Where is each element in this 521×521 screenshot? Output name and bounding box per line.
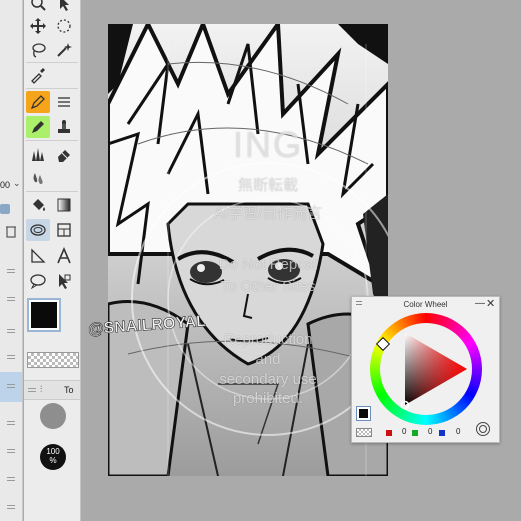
lasso-icon[interactable] xyxy=(26,39,50,61)
panel-grip[interactable] xyxy=(0,346,22,368)
tool-property-icon: ⫶ xyxy=(40,384,43,394)
eraser-icon[interactable] xyxy=(52,143,76,165)
panel-grip[interactable] xyxy=(0,468,22,490)
zoom-slider-handle[interactable] xyxy=(0,198,22,220)
artwork xyxy=(108,24,388,476)
blue-channel-icon xyxy=(439,430,445,436)
zoom-field[interactable]: 00 ⌄ xyxy=(0,176,22,198)
drawing-canvas[interactable]: ING 無断転載 AI学習/自作発言 Do Not Repost To Othe… xyxy=(108,24,388,476)
stamp-icon[interactable] xyxy=(52,116,76,138)
close-icon[interactable]: ✕ xyxy=(486,298,496,310)
green-channel-icon xyxy=(412,430,418,436)
trash-icon[interactable] xyxy=(0,220,22,242)
hatching-icon[interactable] xyxy=(52,91,76,113)
tool-property-header: ⫶ To xyxy=(24,380,80,400)
gradient-icon[interactable] xyxy=(52,194,76,216)
lasso-select-icon[interactable] xyxy=(52,15,76,37)
panel-grip[interactable] xyxy=(0,320,22,342)
red-channel-icon xyxy=(386,430,392,436)
grass-brush-icon[interactable] xyxy=(26,143,50,165)
panel-grip[interactable] xyxy=(0,440,22,462)
brush-size-indicator[interactable]: 100 % xyxy=(40,444,66,470)
panel-grip[interactable] xyxy=(0,260,22,282)
panel-grip[interactable] xyxy=(0,288,22,310)
toolbox: ⫶ To 100 % xyxy=(24,0,81,521)
panel-grip[interactable] xyxy=(0,496,22,518)
blend-icon[interactable] xyxy=(26,167,50,189)
transparent-swatch[interactable] xyxy=(27,352,79,368)
pen-icon[interactable] xyxy=(26,91,50,113)
frame-icon[interactable] xyxy=(52,219,76,241)
color-wheel-panel: Color Wheel — ✕ 0 0 0 xyxy=(351,296,500,443)
panel-grip[interactable] xyxy=(0,412,22,434)
watermark-text: and xyxy=(255,351,281,368)
layer-row-selected[interactable] xyxy=(0,372,22,402)
line-icon[interactable] xyxy=(26,245,50,267)
brush-preview xyxy=(40,403,66,429)
watermark-text: Reproduction xyxy=(223,331,313,348)
move-icon[interactable] xyxy=(26,15,50,37)
minimize-icon[interactable]: — xyxy=(475,298,485,310)
airbrush-icon[interactable] xyxy=(26,219,50,241)
green-value[interactable]: 0 xyxy=(428,427,432,436)
blue-value[interactable]: 0 xyxy=(456,427,460,436)
eyedropper-icon[interactable] xyxy=(26,64,50,86)
red-value[interactable]: 0 xyxy=(402,427,406,436)
panel-grip[interactable] xyxy=(356,301,362,302)
pointer-icon[interactable] xyxy=(52,270,76,292)
zoom-icon[interactable] xyxy=(26,0,50,14)
current-color-swatch[interactable] xyxy=(356,406,371,421)
watermark-text: To Other Sites xyxy=(220,278,316,295)
watermark-text: AI学習/自作発言 xyxy=(213,205,323,222)
magic-wand-icon[interactable] xyxy=(52,39,76,61)
select-arrow-icon[interactable] xyxy=(52,0,76,14)
main-color-swatch[interactable] xyxy=(27,298,61,332)
fill-icon[interactable] xyxy=(26,194,50,216)
marker-icon[interactable] xyxy=(26,116,50,138)
left-panel-strip: 00 ⌄ xyxy=(0,0,23,521)
watermark-logo: ING xyxy=(232,124,303,165)
watermark-text: Do Not Repost xyxy=(218,256,318,273)
saturation-triangle[interactable] xyxy=(370,313,482,425)
watermark-text: secondary use xyxy=(219,371,317,388)
color-mode-icon[interactable] xyxy=(476,422,490,436)
tool-property-tab[interactable]: To xyxy=(64,385,74,395)
watermark-text: prohibited. xyxy=(232,390,304,407)
watermark-text: 無断転載 xyxy=(237,177,298,194)
transparent-swatch[interactable] xyxy=(356,428,372,437)
balloon-icon[interactable] xyxy=(26,270,50,292)
text-icon[interactable] xyxy=(52,245,76,267)
